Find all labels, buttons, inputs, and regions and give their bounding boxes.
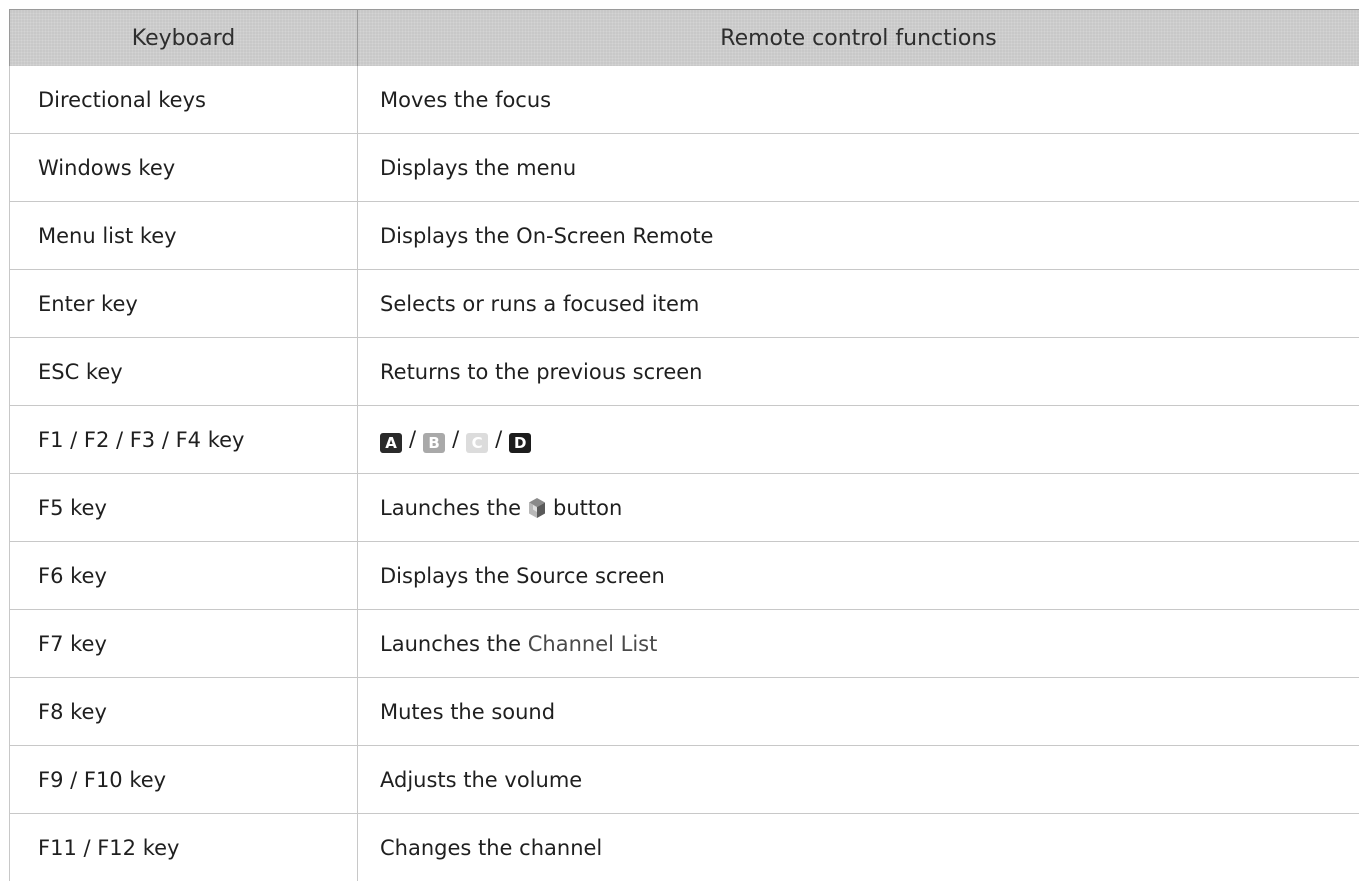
- remote-function-cell: Launches the button: [357, 473, 1359, 542]
- smart-hub-icon: [527, 497, 547, 519]
- table-row: F11 / F12 key Changes the channel: [9, 813, 1359, 881]
- table-row: F5 key Launches the button: [9, 473, 1359, 542]
- separator: /: [409, 426, 417, 451]
- remote-function-cell: Returns to the previous screen: [357, 337, 1359, 406]
- table-row: F6 key Displays the Source screen: [9, 541, 1359, 610]
- remote-function-cell: Displays the menu: [357, 133, 1359, 202]
- color-key-a-icon: A: [380, 432, 402, 453]
- table-row: F1 / F2 / F3 / F4 key A / B / C / D: [9, 405, 1359, 474]
- table-row: Enter key Selects or runs a focused item: [9, 269, 1359, 338]
- function-text-after: button: [553, 495, 623, 520]
- table-row: Menu list key Displays the On-Screen Rem…: [9, 201, 1359, 270]
- keyboard-mapping-table: Keyboard Remote control functions Direct…: [9, 9, 1359, 881]
- table-row: F8 key Mutes the sound: [9, 677, 1359, 746]
- remote-function-cell: Selects or runs a focused item: [357, 269, 1359, 338]
- color-key-b-icon: B: [423, 432, 446, 453]
- color-key-d-icon: D: [509, 432, 532, 453]
- channel-list-highlight: Channel List: [527, 631, 658, 656]
- function-text-before: Launches the: [380, 495, 522, 520]
- column-header-keyboard: Keyboard: [9, 9, 358, 66]
- keyboard-key-cell: Directional keys: [9, 66, 358, 134]
- keyboard-key-cell: F1 / F2 / F3 / F4 key: [9, 405, 358, 474]
- color-key-c-icon: C: [466, 432, 489, 453]
- separator: /: [452, 426, 460, 451]
- remote-function-cell: Moves the focus: [357, 66, 1359, 134]
- table-row: F9 / F10 key Adjusts the volume: [9, 745, 1359, 814]
- column-header-remote-functions: Remote control functions: [357, 9, 1359, 66]
- keyboard-key-cell: Menu list key: [9, 201, 358, 270]
- page: Keyboard Remote control functions Direct…: [0, 0, 1359, 884]
- keyboard-key-cell: F6 key: [9, 541, 358, 610]
- keyboard-key-cell: F8 key: [9, 677, 358, 746]
- keyboard-key-cell: F9 / F10 key: [9, 745, 358, 814]
- table-row: F7 key Launches the Channel List: [9, 609, 1359, 678]
- keyboard-key-cell: ESC key: [9, 337, 358, 406]
- remote-function-cell: A / B / C / D: [357, 405, 1359, 474]
- remote-function-cell: Launches the Channel List: [357, 609, 1359, 678]
- remote-function-cell: Mutes the sound: [357, 677, 1359, 746]
- table-row: Directional keys Moves the focus: [9, 66, 1359, 134]
- table-row: ESC key Returns to the previous screen: [9, 337, 1359, 406]
- remote-function-cell: Displays the On-Screen Remote: [357, 201, 1359, 270]
- keyboard-key-cell: Windows key: [9, 133, 358, 202]
- table-row: Windows key Displays the menu: [9, 133, 1359, 202]
- remote-function-cell: Displays the Source screen: [357, 541, 1359, 610]
- separator: /: [495, 426, 503, 451]
- keyboard-key-cell: F5 key: [9, 473, 358, 542]
- keyboard-key-cell: F11 / F12 key: [9, 813, 358, 881]
- function-text-before: Launches the: [380, 631, 522, 656]
- remote-function-cell: Changes the channel: [380, 835, 603, 860]
- table-header-row: Keyboard Remote control functions: [9, 9, 1359, 66]
- remote-function-cell: Adjusts the volume: [357, 745, 1359, 814]
- keyboard-key-cell: Enter key: [9, 269, 358, 338]
- keyboard-key-cell: F7 key: [9, 609, 358, 678]
